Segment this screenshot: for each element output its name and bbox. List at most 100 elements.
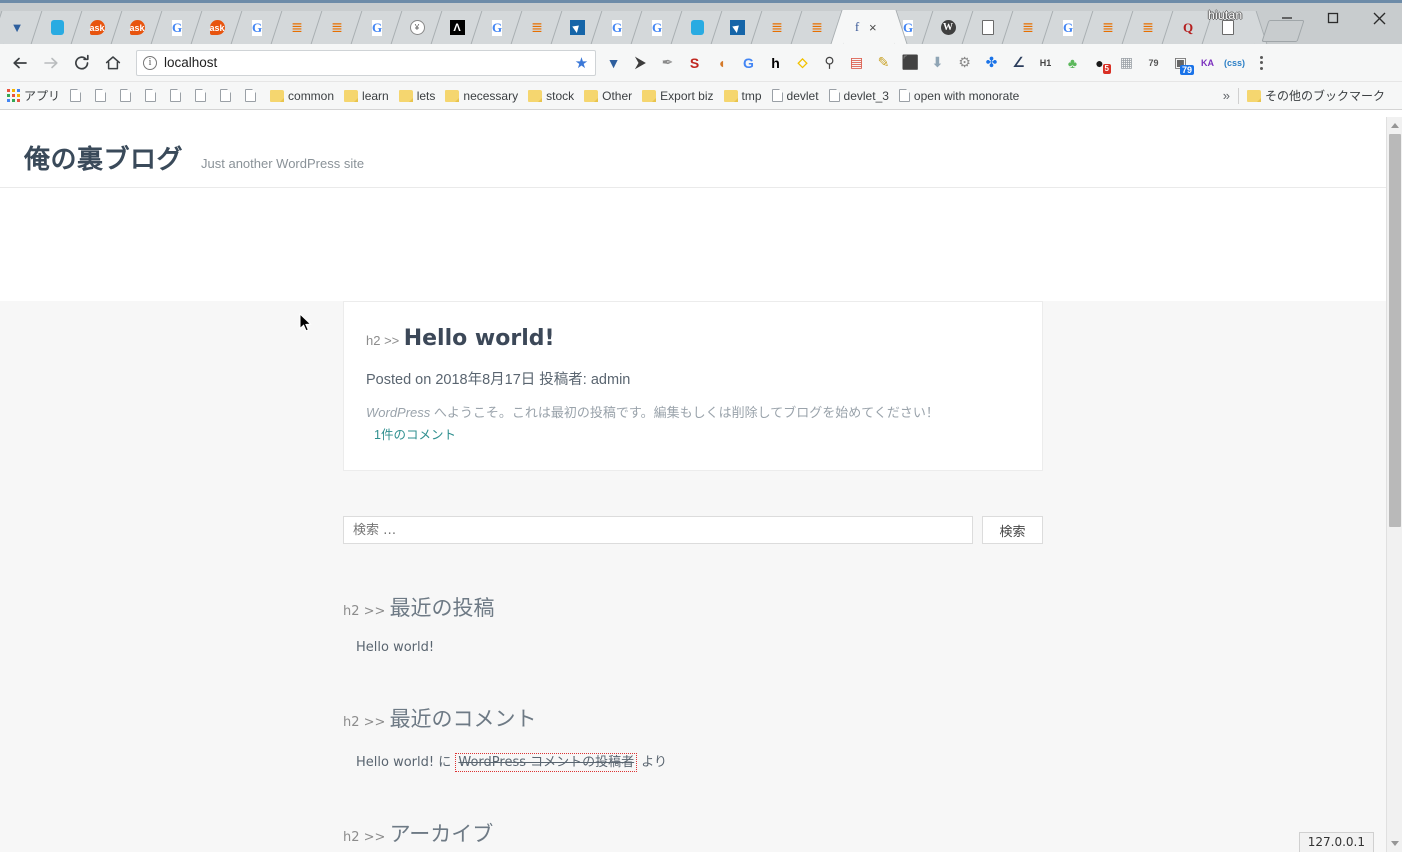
folder-icon bbox=[642, 90, 656, 102]
widget-h2-mark: h2 >> bbox=[343, 604, 390, 619]
bookmark-item-export-biz[interactable]: Export biz bbox=[642, 89, 713, 103]
bookmark-item[interactable] bbox=[245, 89, 256, 102]
bookmark-label: Export biz bbox=[660, 89, 713, 103]
widget-list-item[interactable]: Hello world! bbox=[343, 640, 1043, 655]
target-extension[interactable]: ✤ bbox=[978, 49, 1005, 77]
bookmarks-overflow-button[interactable]: » bbox=[1215, 88, 1238, 103]
window-controls bbox=[1264, 3, 1402, 33]
page-icon bbox=[220, 89, 231, 102]
page-icon bbox=[245, 89, 256, 102]
search-input[interactable] bbox=[343, 516, 973, 544]
java-icon: ≣ bbox=[1020, 20, 1036, 36]
page-icon bbox=[899, 89, 910, 102]
ask-icon: ask bbox=[129, 20, 145, 36]
scrollbar-thumb[interactable] bbox=[1389, 134, 1401, 527]
comment-author-link[interactable]: WordPress コメントの投稿者 bbox=[455, 753, 637, 772]
reload-button[interactable] bbox=[68, 49, 96, 77]
magnifier-extension[interactable]: ⚲ bbox=[816, 49, 843, 77]
status-bubble: 127.0.0.1 bbox=[1299, 832, 1374, 852]
ka-extension[interactable]: KA bbox=[1194, 49, 1221, 77]
widget-title-text: アーカイブ bbox=[390, 822, 494, 846]
tab-strip: ▼askaskGaskG≣≣G¥ΛG≣GG≣≣f×GW≣G≣≣Q hiutan bbox=[0, 0, 1402, 44]
scroll-down-arrow-icon[interactable] bbox=[1387, 835, 1402, 852]
widgets-container: h2 >> 最近の投稿Hello world!h2 >> 最近のコメントHell… bbox=[0, 544, 1386, 852]
bookmark-item-devlet[interactable]: devlet bbox=[772, 89, 819, 103]
bookmark-item-other[interactable]: Other bbox=[584, 89, 632, 103]
counter-79-icon: 79 bbox=[1148, 58, 1158, 68]
ask-icon: ask bbox=[89, 20, 105, 36]
minimize-button[interactable] bbox=[1264, 3, 1310, 33]
site-info-icon[interactable]: i bbox=[143, 56, 157, 70]
pig-extension[interactable]: ✒ bbox=[654, 49, 681, 77]
stamp-extension[interactable]: ✎ bbox=[870, 49, 897, 77]
site-title[interactable]: 俺の裏ブログ bbox=[24, 139, 183, 176]
compass-extension[interactable]: ∠ bbox=[1005, 49, 1032, 77]
image-extension[interactable]: ⬛ bbox=[897, 49, 924, 77]
back-button[interactable] bbox=[6, 49, 34, 77]
bookmark-item[interactable] bbox=[195, 89, 206, 102]
bookmark-item-devlet_3[interactable]: devlet_3 bbox=[829, 89, 889, 103]
bookmark-item[interactable] bbox=[95, 89, 106, 102]
folder-icon bbox=[445, 90, 459, 102]
bookmark-item-learn[interactable]: learn bbox=[344, 89, 389, 103]
home-button[interactable] bbox=[99, 49, 127, 77]
y-badge-extension[interactable]: ▼ bbox=[600, 49, 627, 77]
bookmark-item[interactable] bbox=[70, 89, 81, 102]
h1-extension[interactable]: H1 bbox=[1032, 49, 1059, 77]
bookmark-item[interactable] bbox=[120, 89, 131, 102]
folder-icon bbox=[1247, 90, 1261, 102]
extension-badge: 5 bbox=[1103, 64, 1111, 74]
bookmark-item[interactable] bbox=[220, 89, 231, 102]
counter-79-extension[interactable]: 79 bbox=[1140, 49, 1167, 77]
ka-icon: KA bbox=[1201, 58, 1214, 68]
download-extension[interactable]: ⬇ bbox=[924, 49, 951, 77]
card-extension[interactable]: ▤ bbox=[843, 49, 870, 77]
chrome-menu-button[interactable] bbox=[1250, 49, 1272, 77]
maximize-button[interactable] bbox=[1310, 3, 1356, 33]
bracket-extension[interactable]: ⮞ bbox=[627, 49, 654, 77]
scroll-up-arrow-icon[interactable] bbox=[1387, 117, 1402, 134]
puzzle-extension[interactable]: ♣ bbox=[1059, 49, 1086, 77]
bookmark-label: common bbox=[288, 89, 334, 103]
other-bookmarks-folder[interactable]: その他のブックマーク bbox=[1247, 87, 1385, 104]
search-button[interactable]: 検索 bbox=[982, 516, 1043, 544]
bookmark-item-tmp[interactable]: tmp bbox=[724, 89, 762, 103]
bookmark-item-necessary[interactable]: necessary bbox=[445, 89, 518, 103]
bookmark-item-lets[interactable]: lets bbox=[399, 89, 436, 103]
post-title[interactable]: Hello world! bbox=[404, 326, 555, 351]
css-extension[interactable]: (css) bbox=[1221, 49, 1248, 77]
bookmark-item-open-with-monorate[interactable]: open with monorate bbox=[899, 89, 1019, 103]
map-79-extension[interactable]: ▣79 bbox=[1167, 49, 1194, 77]
blob-extension[interactable]: ●5 bbox=[1086, 49, 1113, 77]
bookmark-item[interactable] bbox=[170, 89, 181, 102]
bookmark-star-icon[interactable]: ★ bbox=[572, 54, 591, 73]
bookmark-item-stock[interactable]: stock bbox=[528, 89, 574, 103]
bookmark-label: Other bbox=[602, 89, 632, 103]
post-body-link[interactable]: WordPress bbox=[366, 405, 430, 420]
gear-photo-extension[interactable]: ⚙ bbox=[951, 49, 978, 77]
java-icon: ≣ bbox=[289, 20, 305, 36]
bookmark-item[interactable] bbox=[145, 89, 156, 102]
java-icon: ≣ bbox=[529, 20, 545, 36]
seo-extension[interactable]: S bbox=[681, 49, 708, 77]
chrome-browser-window: ▼askaskGaskG≣≣G¥ΛG≣GG≣≣f×GW≣G≣≣Q hiutan bbox=[0, 0, 1402, 852]
browser-tab-active[interactable]: f× bbox=[844, 10, 894, 44]
h-extension[interactable]: h bbox=[762, 49, 789, 77]
tab-close-icon[interactable]: × bbox=[869, 21, 877, 34]
window-extension[interactable]: ▦ bbox=[1113, 49, 1140, 77]
java-icon: ≣ bbox=[1100, 20, 1116, 36]
post-body: WordPress へようこそ。これは最初の投稿です。編集もしくは削除してブログ… bbox=[366, 403, 1020, 444]
apps-shortcut[interactable]: アプリ bbox=[7, 87, 60, 104]
close-button[interactable] bbox=[1356, 3, 1402, 33]
post-comments-link[interactable]: 1件のコメント bbox=[366, 426, 1020, 445]
yellow-diamond-extension[interactable]: ⬦ bbox=[789, 49, 816, 77]
fox-extension[interactable]: ◖ bbox=[708, 49, 735, 77]
vertical-scrollbar[interactable] bbox=[1386, 117, 1402, 852]
address-bar[interactable]: i localhost ★ bbox=[136, 50, 596, 76]
wordpress-page: 俺の裏ブログ Just another WordPress site h2 >>… bbox=[0, 117, 1386, 852]
google-translate-extension[interactable]: G bbox=[735, 49, 762, 77]
navigator-icon bbox=[569, 20, 585, 36]
bookmark-item-common[interactable]: common bbox=[270, 89, 334, 103]
widget-title: h2 >> 最近の投稿 bbox=[343, 592, 1043, 622]
google-icon: G bbox=[489, 20, 505, 36]
